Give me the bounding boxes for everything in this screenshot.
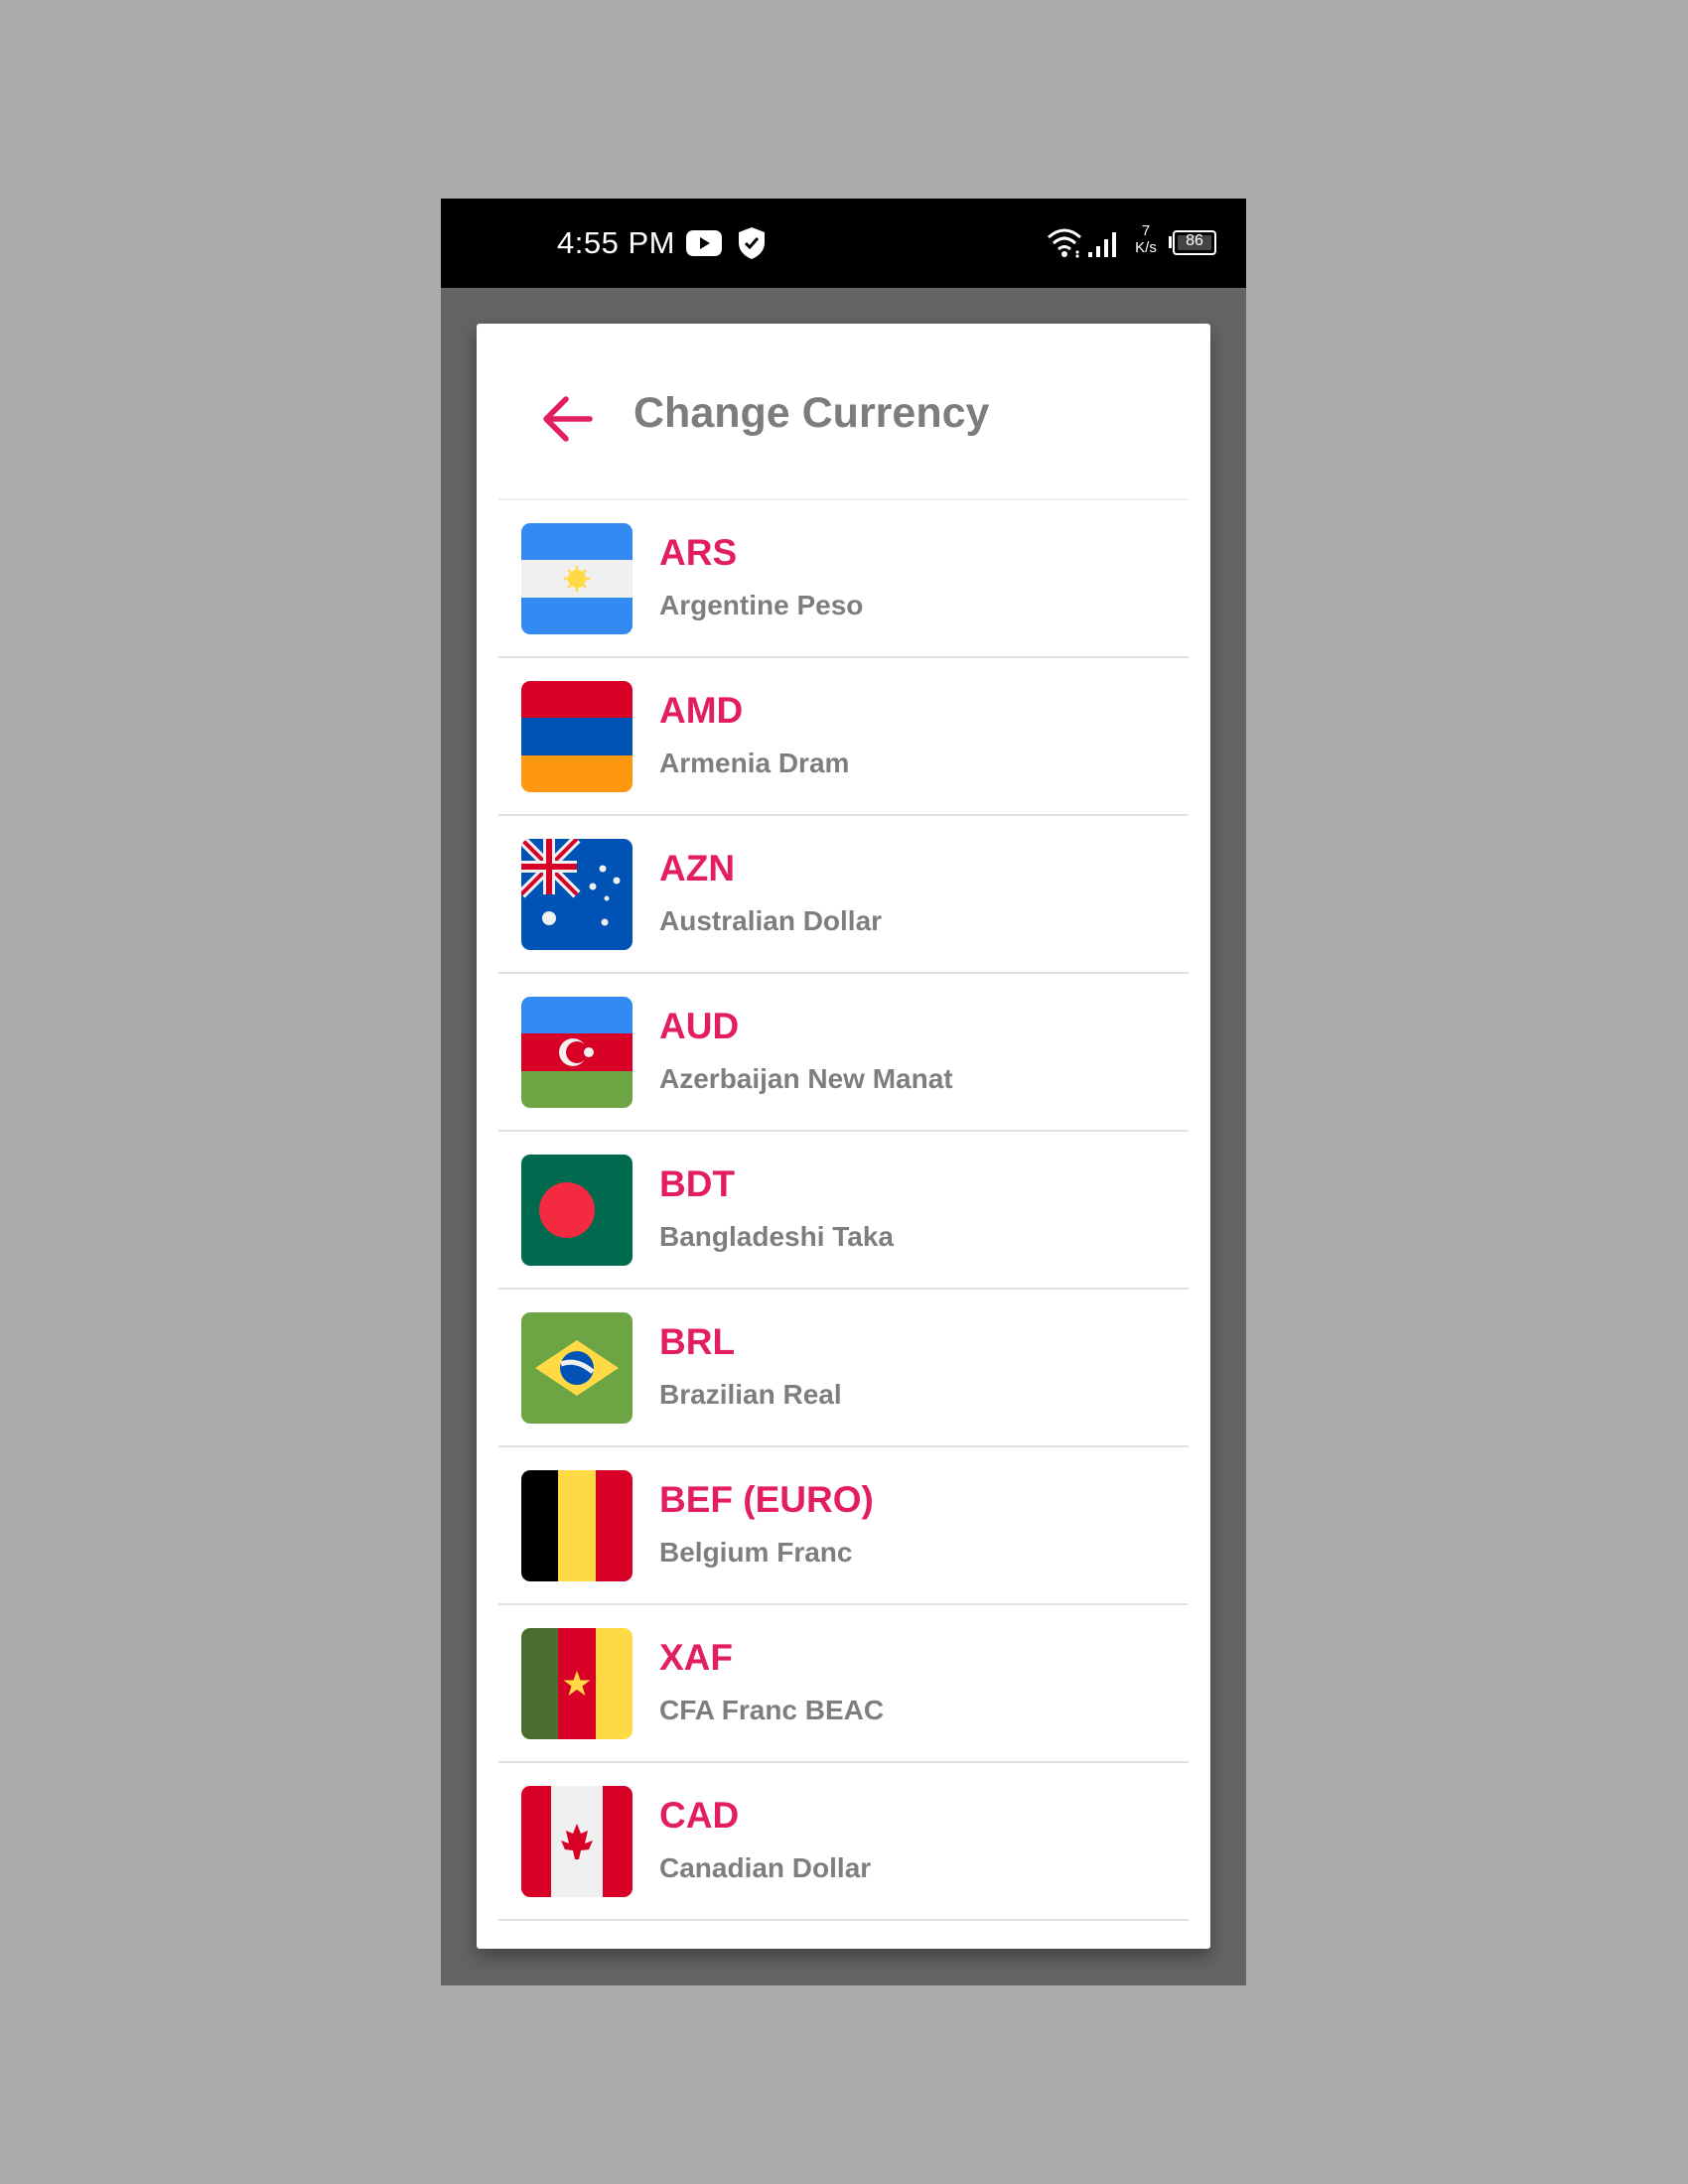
dialog-header: Change Currency: [477, 324, 1210, 497]
currency-name: Argentine Peso: [659, 590, 864, 620]
currency-code: BRL: [659, 1321, 736, 1362]
bangladesh-flag-icon: [521, 1155, 633, 1266]
currency-code: BEF (EURO): [659, 1479, 874, 1520]
armenia-flag-icon: [521, 681, 633, 792]
currency-name: Brazilian Real: [659, 1379, 842, 1410]
currency-row-amd[interactable]: AMD Armenia Dram: [498, 658, 1189, 816]
currency-list: ARS Argentine Peso AMD Armenia Dram AZN …: [498, 498, 1189, 1921]
shield-check-icon: [739, 227, 765, 259]
currency-row-xaf[interactable]: XAF CFA Franc BEAC: [498, 1605, 1189, 1763]
phone-screen: 4:55 PM 7 K/s 86 Change Currency ARS Arg…: [441, 199, 1246, 1985]
currency-code: AZN: [659, 848, 736, 888]
currency-row-aud[interactable]: AUD Azerbaijan New Manat: [498, 974, 1189, 1132]
currency-code: AMD: [659, 690, 744, 731]
currency-code: CAD: [659, 1795, 740, 1836]
currency-code: ARS: [659, 532, 738, 573]
currency-code: BDT: [659, 1163, 736, 1204]
network-speed: 7 K/s: [1129, 222, 1163, 256]
youtube-icon: [686, 230, 722, 256]
brazil-flag-icon: [521, 1312, 633, 1424]
canada-flag-icon: [521, 1786, 633, 1897]
currency-name: Azerbaijan New Manat: [659, 1063, 953, 1094]
belgium-flag-icon: [521, 1470, 633, 1581]
currency-name: Canadian Dollar: [659, 1852, 872, 1883]
currency-name: CFA Franc BEAC: [659, 1695, 885, 1725]
currency-row-ars[interactable]: ARS Argentine Peso: [498, 500, 1189, 658]
currency-name: Armenia Dram: [659, 748, 850, 778]
azerbaijan-flag-icon: [521, 997, 633, 1108]
network-speed-value: 7: [1141, 222, 1151, 239]
argentina-flag-icon: [521, 523, 633, 634]
currency-name: Belgium Franc: [659, 1537, 853, 1568]
network-speed-unit: K/s: [1135, 239, 1157, 256]
back-button[interactable]: [536, 383, 606, 453]
currency-code: XAF: [659, 1637, 733, 1678]
currency-row-cad[interactable]: CAD Canadian Dollar: [498, 1763, 1189, 1921]
currency-name: Australian Dollar: [659, 905, 883, 936]
currency-row-bef[interactable]: BEF (EURO) Belgium Franc: [498, 1447, 1189, 1605]
wifi-icon: [1048, 228, 1081, 258]
status-time: 4:55 PM: [557, 225, 675, 260]
currency-row-azn[interactable]: AZN Australian Dollar: [498, 816, 1189, 974]
arrow-left-icon: [543, 396, 593, 442]
currency-code: AUD: [659, 1006, 740, 1046]
battery-level: 86: [1186, 232, 1203, 249]
currency-name: Bangladeshi Taka: [659, 1221, 895, 1252]
status-bar: 4:55 PM 7 K/s 86: [441, 199, 1246, 288]
australia-flag-icon: [521, 839, 633, 950]
signal-icon: [1088, 232, 1116, 257]
currency-row-bdt[interactable]: BDT Bangladeshi Taka: [498, 1132, 1189, 1290]
cameroon-flag-icon: [521, 1628, 633, 1739]
page-title: Change Currency: [633, 389, 990, 437]
currency-dialog: Change Currency ARS Argentine Peso AMD A…: [477, 324, 1210, 1949]
currency-row-brl[interactable]: BRL Brazilian Real: [498, 1290, 1189, 1447]
